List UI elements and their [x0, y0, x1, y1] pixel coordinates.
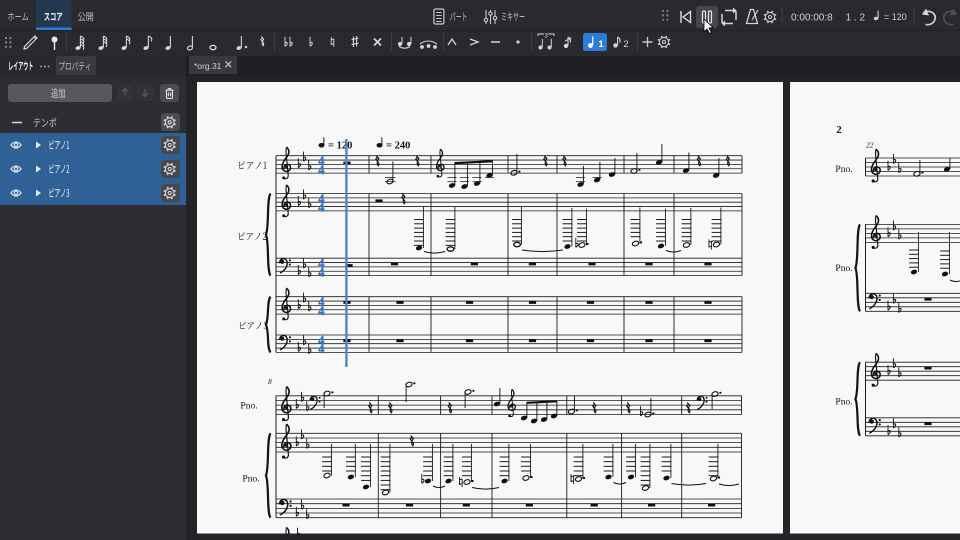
svg-text:Pno.: Pno. [835, 165, 852, 175]
svg-text:= 120: = 120 [884, 12, 907, 22]
svg-text:3: 3 [544, 33, 548, 40]
svg-text:0:00:00:8: 0:00:00:8 [791, 13, 833, 24]
svg-text:4: 4 [318, 163, 324, 177]
svg-text:1 . 2: 1 . 2 [846, 13, 866, 24]
svg-text:4: 4 [318, 201, 324, 215]
svg-text:Pno.: Pno. [835, 398, 852, 408]
svg-text:= 120: = 120 [328, 141, 352, 152]
svg-text:8: 8 [268, 377, 272, 386]
svg-text:2: 2 [623, 39, 628, 50]
svg-text:Pno.: Pno. [240, 402, 257, 412]
svg-text:2: 2 [836, 124, 842, 136]
svg-text:22: 22 [866, 141, 874, 150]
svg-text:4: 4 [318, 304, 324, 318]
svg-text:Pno.: Pno. [835, 264, 852, 274]
svg-text:Pno.: Pno. [242, 475, 259, 485]
svg-text:= 240: = 240 [386, 141, 410, 152]
svg-text:4: 4 [318, 342, 324, 356]
svg-text:1: 1 [598, 39, 604, 50]
svg-text:4: 4 [318, 265, 324, 279]
svg-text:*org.31: *org.31 [194, 61, 222, 71]
